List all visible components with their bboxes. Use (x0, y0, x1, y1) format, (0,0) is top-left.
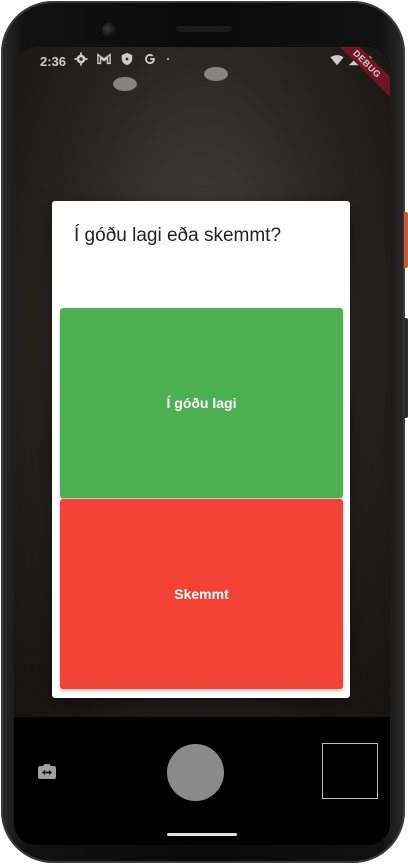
shutter-button[interactable] (167, 744, 224, 801)
damaged-label: Skemmt (174, 586, 229, 602)
home-indicator[interactable] (167, 833, 237, 836)
good-condition-label: Í góðu lagi (166, 395, 237, 411)
power-button (404, 212, 408, 268)
front-camera-lens (102, 23, 116, 37)
screen: 2:36 DEBUG Í góðu lagi eða skemmt? Í góð… (14, 47, 390, 845)
device: 2:36 DEBUG Í góðu lagi eða skemmt? Í góð… (0, 0, 408, 868)
volume-button (404, 318, 408, 418)
flip-camera-icon[interactable] (36, 761, 58, 781)
last-photo-thumbnail[interactable] (322, 743, 378, 799)
damaged-button[interactable]: Skemmt (60, 499, 343, 689)
dialog-title: Í góðu lagi eða skemmt? (74, 225, 282, 246)
condition-dialog: Í góðu lagi eða skemmt? Í góðu lagi Skem… (52, 201, 350, 698)
good-condition-button[interactable]: Í góðu lagi (60, 308, 343, 498)
camera-controls-bar (14, 717, 390, 845)
earpiece (176, 26, 232, 32)
